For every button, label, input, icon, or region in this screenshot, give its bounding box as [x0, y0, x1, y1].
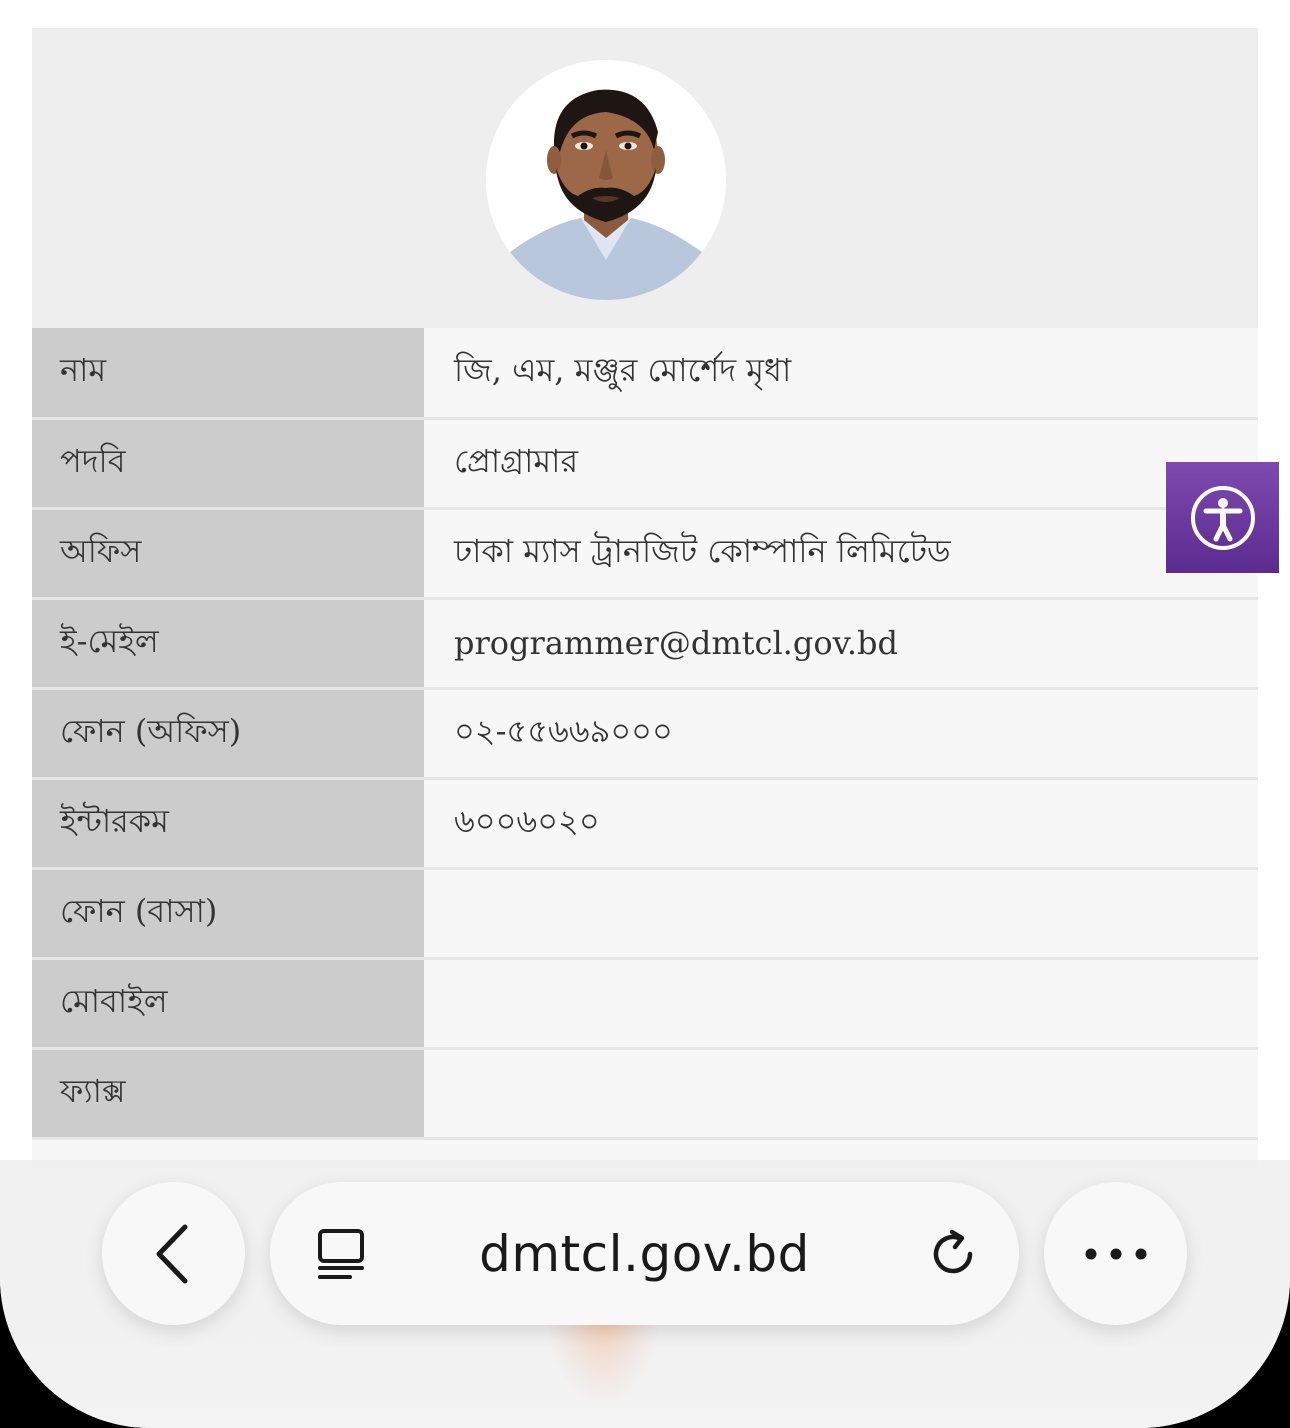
profile-photo [486, 60, 726, 300]
more-button[interactable] [1044, 1182, 1187, 1325]
more-horizontal-icon [1085, 1248, 1146, 1259]
table-row: ই-মেইল programmer@dmtcl.gov.bd [32, 598, 1258, 690]
row-label-office-phone: ফোন (অফিস) [32, 688, 424, 780]
table-row: অফিস ঢাকা ম্যাস ট্রানজিট কোম্পানি লিমিটে… [32, 508, 1258, 600]
url-text[interactable]: dmtcl.gov.bd [270, 1182, 1019, 1325]
row-label-designation: পদবি [32, 418, 424, 510]
row-value-intercom: ৬০০৬০২০ [424, 778, 1258, 870]
reload-icon [933, 1229, 973, 1274]
profile-info-table: নাম জি, এম, মঞ্জুর মোর্শেদ মৃধা পদবি প্র… [32, 328, 1258, 1140]
row-value-mobile [424, 958, 1258, 1050]
row-value-name: জি, এম, মঞ্জুর মোর্শেদ মৃধা [424, 328, 1258, 420]
chevron-left-icon [156, 1224, 187, 1283]
row-value-designation: প্রোগ্রামার [424, 418, 1258, 510]
back-button[interactable] [102, 1182, 245, 1325]
row-label-office: অফিস [32, 508, 424, 600]
profile-card: নাম জি, এম, মঞ্জুর মোর্শেদ মৃধা পদবি প্র… [32, 28, 1258, 1168]
address-bar[interactable]: dmtcl.gov.bd [270, 1182, 1019, 1325]
photo-area [32, 28, 1258, 328]
accessibility-button[interactable] [1166, 462, 1279, 573]
row-label-fax: ফ্যাক্স [32, 1048, 424, 1140]
row-value-home-phone [424, 868, 1258, 960]
row-label-mobile: মোবাইল [32, 958, 424, 1050]
table-row: ইন্টারকম ৬০০৬০২০ [32, 778, 1258, 870]
row-value-office-phone: ০২-৫৫৬৬৯০০০ [424, 688, 1258, 780]
table-row: ফ্যাক্স [32, 1048, 1258, 1140]
row-value-office: ঢাকা ম্যাস ট্রানজিট কোম্পানি লিমিটেড [424, 508, 1258, 600]
row-label-email: ই-মেইল [32, 598, 424, 690]
reload-button[interactable] [926, 1226, 982, 1286]
person-photo-icon [486, 60, 726, 300]
row-label-home-phone: ফোন (বাসা) [32, 868, 424, 960]
row-label-name: নাম [32, 328, 424, 420]
browser-screen: নাম জি, এম, মঞ্জুর মোর্শেদ মৃধা পদবি প্র… [0, 0, 1290, 1428]
table-row: নাম জি, এম, মঞ্জুর মোর্শেদ মৃধা [32, 328, 1258, 420]
table-row: পদবি প্রোগ্রামার [32, 418, 1258, 510]
email-link[interactable]: programmer@dmtcl.gov.bd [424, 598, 1258, 690]
table-row: মোবাইল [32, 958, 1258, 1050]
row-label-intercom: ইন্টারকম [32, 778, 424, 870]
row-value-fax [424, 1048, 1258, 1140]
accessibility-icon [1190, 485, 1255, 550]
table-row: ফোন (বাসা) [32, 868, 1258, 960]
table-row: ফোন (অফিস) ০২-৫৫৬৬৯০০০ [32, 688, 1258, 780]
